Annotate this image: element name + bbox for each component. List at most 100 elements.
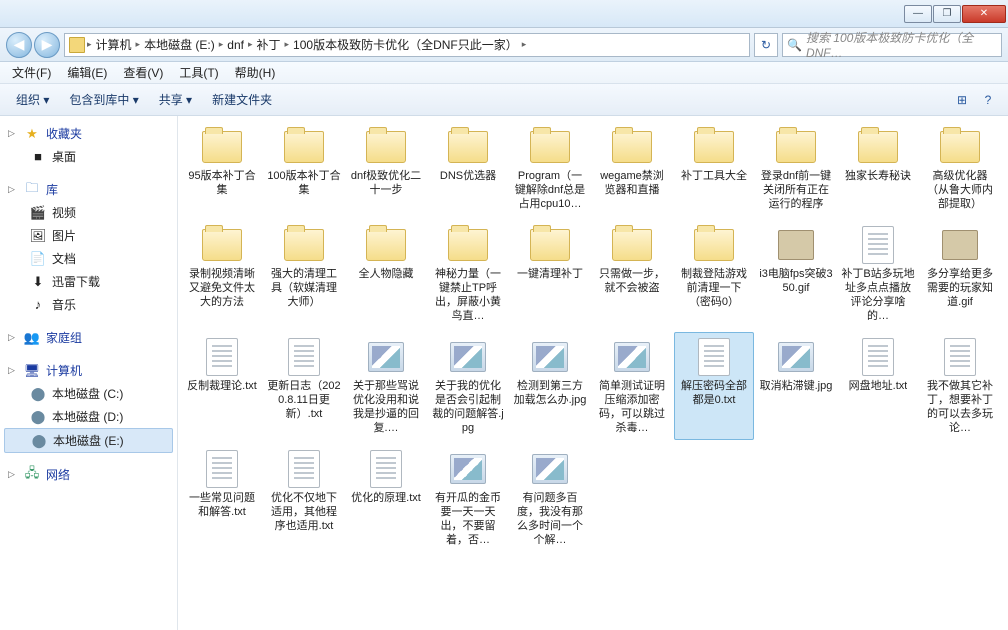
file-item[interactable]: Program（一键解除dnf总是占用cpu10… bbox=[510, 122, 590, 216]
sidebar-favorites[interactable]: ▷★收藏夹 bbox=[4, 122, 173, 145]
file-item[interactable]: 一键清理补丁 bbox=[510, 220, 590, 328]
file-item[interactable]: 录制视频清晰又避免文件太大的方法 bbox=[182, 220, 262, 328]
file-item[interactable]: 高级优化器（从鲁大师内部提取） bbox=[920, 122, 1000, 216]
file-item[interactable]: 补丁B站多玩地址多点点播放评论分享啥的… bbox=[838, 220, 918, 328]
chevron-right-icon: ▸ bbox=[285, 39, 290, 50]
breadcrumb-item[interactable]: 计算机 bbox=[94, 36, 134, 53]
file-item[interactable]: DNS优选器 bbox=[428, 122, 508, 216]
file-item[interactable]: 解压密码全部都是0.txt bbox=[674, 332, 754, 440]
forward-button[interactable]: ▶ bbox=[34, 32, 60, 58]
file-item[interactable]: 一些常见问题和解答.txt bbox=[182, 444, 262, 552]
breadcrumb[interactable]: ▸ 计算机 ▸ 本地磁盘 (E:) ▸ dnf ▸ 补丁 ▸ 100版本极致防卡… bbox=[64, 33, 750, 57]
file-item[interactable]: 优化不仅地下适用，其他程序也适用.txt bbox=[264, 444, 344, 552]
file-item[interactable]: 95版本补丁合集 bbox=[182, 122, 262, 216]
file-name-label: 取消粘滞键.jpg bbox=[760, 379, 833, 393]
file-item[interactable]: 关于那些骂说优化没用和说我是抄逼的回复.… bbox=[346, 332, 426, 440]
file-item[interactable]: i3电脑fps突破350.gif bbox=[756, 220, 836, 328]
sidebar-item-music[interactable]: ♪音乐 bbox=[4, 293, 173, 316]
file-item[interactable]: 网盘地址.txt bbox=[838, 332, 918, 440]
breadcrumb-item[interactable]: 补丁 bbox=[255, 36, 283, 53]
sidebar-item-drive-e[interactable]: ⬤本地磁盘 (E:) bbox=[4, 428, 173, 453]
text-file-icon bbox=[200, 449, 244, 489]
sidebar-item-drive-d[interactable]: ⬤本地磁盘 (D:) bbox=[4, 405, 173, 428]
text-file-icon bbox=[856, 337, 900, 377]
menu-tools[interactable]: 工具(T) bbox=[173, 62, 224, 83]
file-content-area[interactable]: 95版本补丁合集100版本补丁合集dnf极致优化二十一步DNS优选器Progra… bbox=[178, 116, 1008, 630]
sidebar-computer[interactable]: ▷🖥计算机 bbox=[4, 359, 173, 382]
gif-file-icon bbox=[938, 225, 982, 265]
menu-edit[interactable]: 编辑(E) bbox=[61, 62, 113, 83]
file-item[interactable]: 检测到第三方加载怎么办.jpg bbox=[510, 332, 590, 440]
share-button[interactable]: 共享 ▾ bbox=[153, 88, 198, 111]
file-item[interactable]: wegame禁浏览器和直播 bbox=[592, 122, 672, 216]
sidebar-network[interactable]: ▷🖧网络 bbox=[4, 463, 173, 486]
folder-icon bbox=[610, 225, 654, 265]
folder-icon bbox=[446, 127, 490, 167]
file-item[interactable]: 有开瓜的金币要一天一天出，不要留着，否… bbox=[428, 444, 508, 552]
refresh-button[interactable]: ↻ bbox=[754, 33, 778, 57]
file-name-label: 关于那些骂说优化没用和说我是抄逼的回复.… bbox=[349, 379, 423, 435]
close-button[interactable]: ✕ bbox=[962, 5, 1006, 23]
breadcrumb-item[interactable]: 本地磁盘 (E:) bbox=[142, 36, 217, 53]
view-mode-icon[interactable]: ⊞ bbox=[952, 90, 972, 110]
file-item[interactable]: 取消粘滞键.jpg bbox=[756, 332, 836, 440]
sidebar-item-drive-c[interactable]: ⬤本地磁盘 (C:) bbox=[4, 382, 173, 405]
sidebar-homegroup[interactable]: ▷👥家庭组 bbox=[4, 326, 173, 349]
breadcrumb-item[interactable]: dnf bbox=[225, 38, 246, 52]
file-item[interactable]: 制裁登陆游戏前清理一下（密码0） bbox=[674, 220, 754, 328]
file-name-label: 录制视频清晰又避免文件太大的方法 bbox=[185, 267, 259, 309]
file-item[interactable]: 100版本补丁合集 bbox=[264, 122, 344, 216]
folder-icon bbox=[528, 127, 572, 167]
sidebar-libraries[interactable]: ▷🗀库 bbox=[4, 178, 173, 201]
file-item[interactable]: 反制裁理论.txt bbox=[182, 332, 262, 440]
new-folder-button[interactable]: 新建文件夹 bbox=[206, 88, 278, 111]
folder-icon bbox=[528, 225, 572, 265]
file-item[interactable]: 有问题多百度，我没有那么多时间一个个解… bbox=[510, 444, 590, 552]
file-item[interactable]: 独家长寿秘诀 bbox=[838, 122, 918, 216]
search-input[interactable]: 🔍 搜索 100版本极致防卡优化（全DNF… bbox=[782, 33, 1002, 57]
file-item[interactable]: 关于我的优化是否会引起制裁的问题解答.jpg bbox=[428, 332, 508, 440]
gif-file-icon bbox=[774, 225, 818, 265]
file-item[interactable]: 神秘力量（一键禁止TP呼出，屏蔽小黄鸟直… bbox=[428, 220, 508, 328]
text-file-icon bbox=[282, 449, 326, 489]
minimize-button[interactable]: — bbox=[904, 5, 932, 23]
folder-icon bbox=[856, 127, 900, 167]
file-item[interactable]: dnf极致优化二十一步 bbox=[346, 122, 426, 216]
menu-view[interactable]: 查看(V) bbox=[117, 62, 169, 83]
file-item[interactable]: 登录dnf前一键关闭所有正在运行的程序 bbox=[756, 122, 836, 216]
file-item[interactable]: 全人物隐藏 bbox=[346, 220, 426, 328]
file-item[interactable]: 强大的清理工具（软媒清理大师） bbox=[264, 220, 344, 328]
back-button[interactable]: ◀ bbox=[6, 32, 32, 58]
help-icon[interactable]: ? bbox=[978, 90, 998, 110]
video-icon: 🎬 bbox=[30, 205, 46, 221]
sidebar-item-thunder[interactable]: ⬇迅雷下载 bbox=[4, 270, 173, 293]
organize-button[interactable]: 组织 ▾ bbox=[10, 88, 55, 111]
file-item[interactable]: 补丁工具大全 bbox=[674, 122, 754, 216]
titlebar: — ❐ ✕ bbox=[0, 0, 1008, 28]
drive-icon: ⬤ bbox=[30, 409, 46, 425]
file-item[interactable]: 优化的原理.txt bbox=[346, 444, 426, 552]
sidebar-item-documents[interactable]: 📄文档 bbox=[4, 247, 173, 270]
file-item[interactable]: 多分享给更多需要的玩家知道.gif bbox=[920, 220, 1000, 328]
sidebar-item-videos[interactable]: 🎬视频 bbox=[4, 201, 173, 224]
music-icon: ♪ bbox=[30, 297, 46, 313]
sidebar-item-pictures[interactable]: 🖼图片 bbox=[4, 224, 173, 247]
file-name-label: 检测到第三方加载怎么办.jpg bbox=[513, 379, 587, 407]
menu-help[interactable]: 帮助(H) bbox=[229, 62, 282, 83]
file-name-label: 100版本补丁合集 bbox=[267, 169, 341, 197]
file-item[interactable]: 更新日志（2020.8.11日更新）.txt bbox=[264, 332, 344, 440]
file-item[interactable]: 只需做一步，就不会被盗 bbox=[592, 220, 672, 328]
file-item[interactable]: 我不做其它补丁，想要补丁的可以去多玩论… bbox=[920, 332, 1000, 440]
file-name-label: 高级优化器（从鲁大师内部提取） bbox=[923, 169, 997, 211]
folder-icon bbox=[69, 37, 85, 53]
folder-icon bbox=[610, 127, 654, 167]
file-name-label: 网盘地址.txt bbox=[849, 379, 908, 393]
folder-icon bbox=[364, 127, 408, 167]
include-library-button[interactable]: 包含到库中 ▾ bbox=[63, 88, 144, 111]
text-file-icon bbox=[200, 337, 244, 377]
file-item[interactable]: 简单测试证明压缩添加密码，可以跳过杀毒… bbox=[592, 332, 672, 440]
menu-file[interactable]: 文件(F) bbox=[6, 62, 57, 83]
maximize-button[interactable]: ❐ bbox=[933, 5, 961, 23]
breadcrumb-item[interactable]: 100版本极致防卡优化（全DNF只此一家） bbox=[291, 36, 520, 53]
sidebar-item-desktop[interactable]: ■桌面 bbox=[4, 145, 173, 168]
